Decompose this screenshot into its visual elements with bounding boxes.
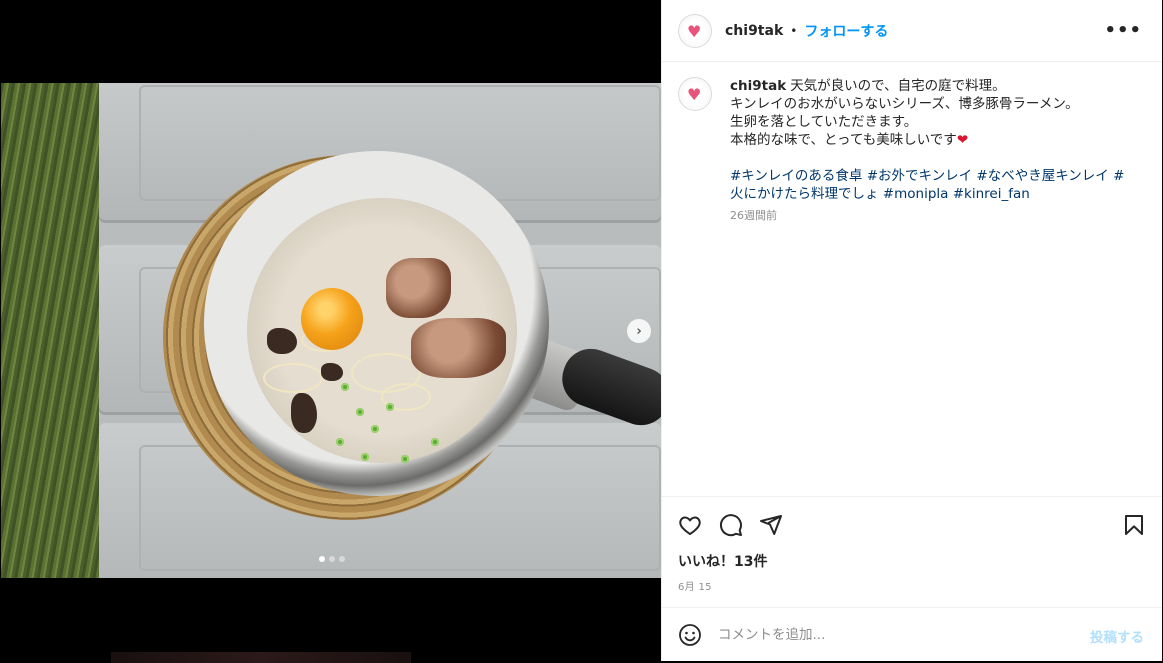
caption-line: 天気が良いので、自宅の庭で料理。 (790, 78, 1006, 94)
scallion (401, 455, 409, 463)
kikurage (321, 363, 343, 381)
post-date[interactable]: 6月 15 (678, 578, 712, 593)
save-button[interactable] (1122, 513, 1146, 537)
post-header: ♥ chi9tak • フォローする ••• (662, 0, 1162, 62)
raw-egg-yolk (301, 288, 363, 350)
caption-line: 生卵を落としていただきます。 (730, 114, 918, 130)
post-photo (1, 83, 661, 578)
noodle (263, 363, 323, 393)
header-username[interactable]: chi9tak (725, 23, 783, 39)
comment-button[interactable] (719, 513, 743, 537)
like-button[interactable] (678, 513, 702, 537)
emoji-picker-button[interactable] (678, 623, 702, 647)
caption-username[interactable]: chi9tak (730, 78, 786, 94)
share-button[interactable] (759, 513, 783, 537)
smiley-icon (679, 624, 701, 646)
carousel-indicator (319, 556, 345, 562)
caption: chi9tak 天気が良いので、自宅の庭で料理。 キンレイのお水がいらないシリーズ… (730, 77, 1130, 225)
caption-line: キンレイのお水がいらないシリーズ、博多豚骨ラーメン。 (730, 96, 1079, 112)
caption-row: ♥ chi9tak 天気が良いので、自宅の庭で料理。 キンレイのお水がいらないシリ… (678, 77, 1146, 225)
more-options-icon[interactable]: ••• (1104, 22, 1142, 40)
post-modal: › ♥ chi9tak • フォローする ••• ♥ chi9tak 天気が良いの… (0, 0, 1163, 663)
chashu-pork (411, 318, 506, 378)
comments-section: ♥ chi9tak 天気が良いので、自宅の庭で料理。 キンレイのお水がいらないシリ… (678, 77, 1146, 225)
chevron-right-icon: › (636, 323, 642, 339)
scallion (431, 438, 439, 446)
scallion (336, 438, 344, 446)
grass-background (1, 83, 101, 578)
add-comment-bar: 投稿する (662, 607, 1162, 661)
post-comment-button[interactable]: 投稿する (1090, 626, 1144, 646)
kikurage (267, 328, 297, 354)
hashtags: #キンレイのある食卓 #お外でキンレイ #なべやき屋キンレイ # 火にかけたら料… (730, 167, 1130, 203)
hashtag-line[interactable]: 火にかけたら料理でしょ #monipla #kinrei_fan (730, 185, 1130, 203)
scallion (371, 425, 379, 433)
scallion (361, 453, 369, 461)
media-viewer: › (1, 0, 661, 663)
separator-dot: • (790, 23, 798, 38)
heart-logo-icon: ♥ (687, 85, 702, 104)
hashtag-line[interactable]: #キンレイのある食卓 #お外でキンレイ #なべやき屋キンレイ # (730, 167, 1130, 185)
scallion (356, 408, 364, 416)
comment-bubble-icon (719, 514, 742, 537)
background-blur (111, 652, 411, 663)
post-sidebar: ♥ chi9tak • フォローする ••• ♥ chi9tak 天気が良いので、… (661, 0, 1162, 661)
caption-line: 本格的な味で、とっても美味しいです (730, 132, 957, 148)
avatar[interactable]: ♥ (678, 77, 712, 111)
carousel-dot (339, 556, 345, 562)
carousel-next-button[interactable]: › (627, 319, 651, 343)
carousel-dot (319, 556, 325, 562)
scallion (341, 383, 349, 391)
kikurage (291, 393, 317, 433)
carousel-dot (329, 556, 335, 562)
heart-outline-icon (679, 516, 701, 535)
comment-input[interactable] (718, 624, 1038, 646)
like-count[interactable]: いいね！13件 (678, 551, 767, 571)
scallion (386, 403, 394, 411)
heart-emoji-icon: ❤ (956, 132, 969, 148)
paper-plane-icon (760, 515, 782, 535)
chashu-pork (386, 258, 451, 318)
heart-logo-icon: ♥ (687, 21, 702, 41)
avatar[interactable]: ♥ (678, 13, 712, 48)
caption-time-ago[interactable]: 26週間前 (730, 207, 1130, 225)
action-bar (662, 496, 1162, 551)
bookmark-icon (1125, 515, 1143, 535)
follow-button[interactable]: フォローする (804, 21, 888, 41)
